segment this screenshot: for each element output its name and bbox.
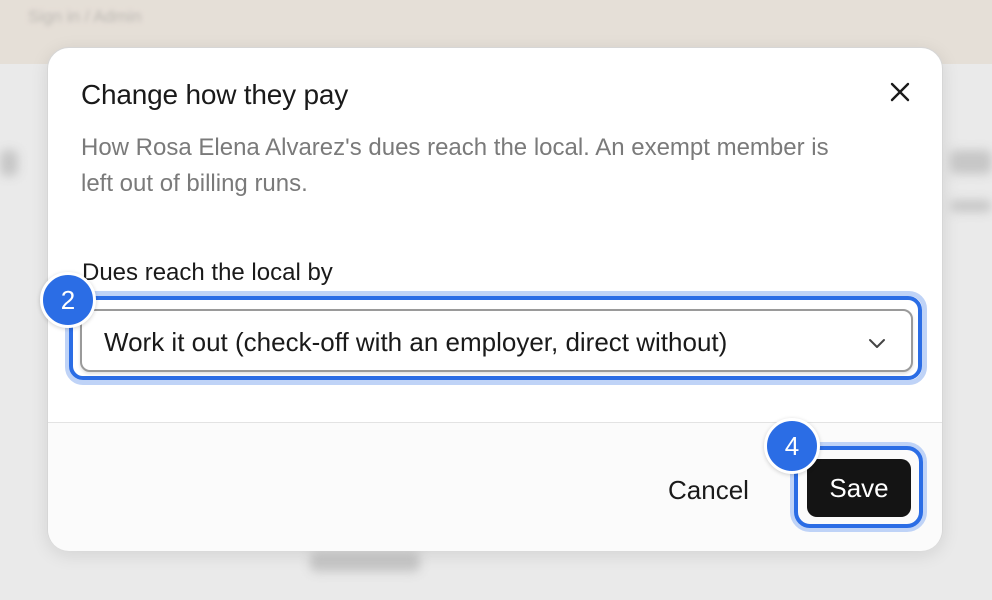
dues-method-selected-value: Work it out (check-off with an employer,… <box>104 327 728 357</box>
dialog-description: How Rosa Elena Alvarez's dues reach the … <box>81 134 829 197</box>
dialog-title: Change how they pay <box>81 79 349 110</box>
step-badge-save: 4 <box>764 418 820 474</box>
step-badge-select: 2 <box>40 272 96 328</box>
cancel-button[interactable]: Cancel <box>668 472 749 508</box>
dues-method-select[interactable]: Work it out (check-off with an employer,… <box>80 309 913 372</box>
chevron-down-icon <box>869 339 885 348</box>
save-button[interactable]: Save <box>807 459 911 517</box>
change-payment-dialog: Change how they pay How Rosa Elena Alvar… <box>47 47 943 551</box>
close-icon <box>890 82 910 102</box>
close-button[interactable] <box>884 76 916 108</box>
dues-method-label: Dues reach the local by <box>82 259 333 286</box>
